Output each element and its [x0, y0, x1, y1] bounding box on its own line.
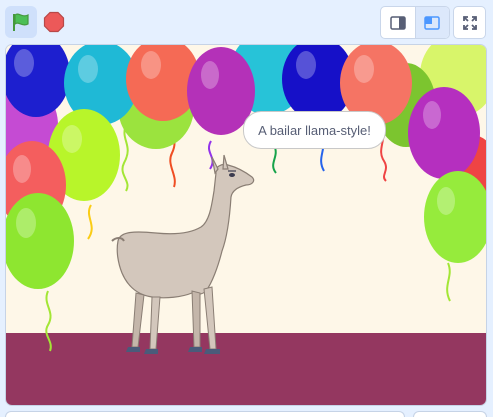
small-stage-button[interactable] [381, 7, 415, 38]
fullscreen-icon [462, 15, 477, 30]
stage-header [0, 0, 493, 44]
floor [6, 333, 486, 405]
stop-button[interactable] [40, 6, 68, 38]
bottom-panel-edge [0, 409, 493, 417]
stage-size-toggle [380, 6, 450, 39]
fullscreen-button[interactable] [453, 6, 486, 39]
green-flag-button[interactable] [5, 6, 37, 38]
normal-stage-icon [424, 15, 441, 30]
stage-pane-edge [413, 411, 487, 417]
green-flag-icon [13, 13, 29, 31]
sprite-pane-edge [5, 411, 405, 417]
stage-canvas[interactable]: A bailar llama-style! [5, 44, 487, 406]
small-stage-icon [390, 15, 406, 30]
normal-stage-button[interactable] [414, 7, 449, 38]
speech-bubble: A bailar llama-style! [243, 111, 386, 149]
stop-sign-icon [43, 11, 65, 33]
party-backdrop [6, 45, 486, 405]
